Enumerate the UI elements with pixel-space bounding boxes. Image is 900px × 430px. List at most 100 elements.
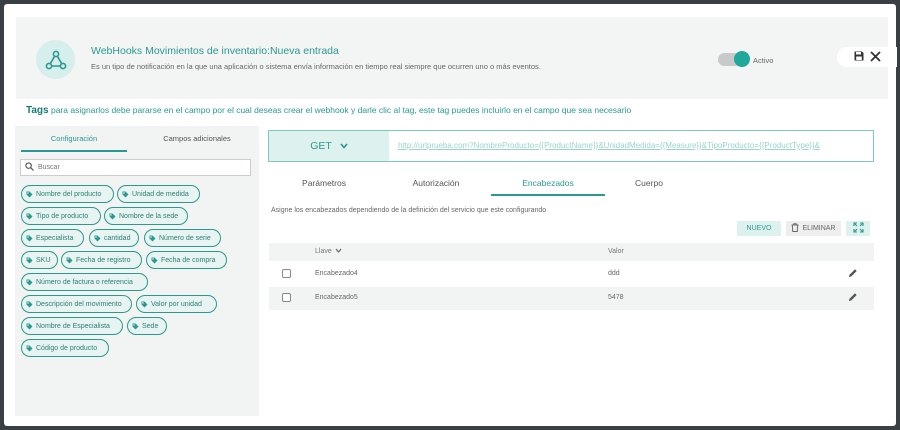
tag-label: Fecha de registro (76, 256, 131, 264)
tag-icon (26, 323, 33, 330)
tag-icon (94, 235, 101, 242)
tab-encabezados[interactable]: Encabezados (491, 178, 605, 196)
tab-cuerpo[interactable]: Cuerpo (614, 178, 684, 196)
tag-pill[interactable]: Valor por unidad (136, 295, 217, 313)
tag-pill[interactable]: Código de producto (21, 339, 109, 357)
active-toggle[interactable] (718, 51, 750, 67)
column-value-label: Valor (608, 248, 624, 255)
tag-label: Sede (142, 322, 159, 330)
tag-pill[interactable]: Tipo de producto (21, 207, 101, 225)
page-title: WebHooks Movimientos de inventario:Nueva… (91, 45, 339, 57)
row-value: ddd (608, 270, 620, 277)
tags-instructions-text: para asignarlos debe pararse en el campo… (48, 105, 632, 115)
tag-pill[interactable]: Nombre del producto (21, 185, 114, 203)
delete-header-button[interactable]: ELIMINAR (786, 221, 841, 236)
tag-pill[interactable]: Sede (127, 317, 167, 335)
tag-pill[interactable]: Nombre de la sede (104, 207, 188, 225)
tag-pill[interactable]: SKU (21, 251, 58, 269)
tag-label: Valor por unidad (151, 300, 202, 308)
tag-label: Nombre del producto (36, 190, 102, 198)
active-toggle-label: Activo (753, 56, 774, 65)
tags-label: Tags (26, 105, 49, 116)
column-key-label: Llave (315, 248, 332, 255)
search-input[interactable] (38, 164, 238, 171)
tags-panel: Configuración Campos adicionales Nombre … (15, 126, 259, 416)
pencil-icon[interactable] (848, 292, 858, 304)
tag-icon (26, 345, 33, 352)
tag-pill[interactable]: cantidad (89, 229, 139, 247)
tab-parametros[interactable]: Parámetros (282, 178, 366, 196)
tag-label: cantidad (104, 234, 131, 242)
header-actions (837, 47, 897, 67)
tag-pill[interactable]: Especialista (21, 229, 84, 247)
save-icon[interactable] (854, 51, 864, 63)
row-checkbox[interactable] (282, 293, 291, 302)
close-icon[interactable] (869, 50, 881, 64)
table-header: Llave Valor (269, 243, 874, 261)
row-value: 5478 (608, 294, 624, 301)
tag-label: Número de serie (159, 234, 211, 242)
tag-icon (141, 301, 148, 308)
tag-label: Especialista (36, 234, 74, 242)
method-select[interactable]: GET (269, 131, 389, 161)
tab-campos-adicionales[interactable]: Campos adicionales (141, 134, 253, 152)
tag-label: Número de factura o referencia (36, 278, 133, 286)
tags-instructions: Tags para asignarlos debe pararse en el … (26, 105, 631, 116)
row-key: Encabezado5 (315, 294, 358, 301)
page-description: Es un tipo de notificación en la que una… (91, 62, 541, 71)
tag-pill[interactable]: Fecha de compra (146, 251, 227, 269)
tag-label: SKU (36, 256, 51, 264)
new-header-button[interactable]: NUEVO (737, 221, 781, 236)
webhook-icon (36, 40, 75, 79)
tag-label: Nombre de Especialista (36, 322, 110, 330)
table-row: Encabezado5 5478 (269, 287, 874, 310)
row-key: Encabezado4 (315, 270, 358, 277)
trash-icon (791, 223, 799, 234)
tag-icon (149, 235, 156, 242)
tag-pill[interactable]: Número de serie (144, 229, 221, 247)
tag-icon (26, 235, 33, 242)
tag-icon (26, 301, 33, 308)
chevron-down-icon (335, 248, 342, 255)
tab-autorizacion[interactable]: Autorización (394, 178, 478, 196)
toggle-knob (734, 51, 750, 67)
tag-icon (66, 257, 73, 264)
tag-label: Código de producto (36, 344, 98, 352)
tag-icon (132, 323, 139, 330)
headers-hint: Asigne los encabezados dependiendo de la… (271, 207, 547, 214)
tag-icon (26, 213, 33, 220)
modal-header: WebHooks Movimientos de inventario:Nueva… (16, 17, 897, 99)
tag-label: Unidad de medida (132, 190, 189, 198)
row-checkbox[interactable] (282, 269, 291, 278)
tag-pill[interactable]: Unidad de medida (117, 185, 200, 203)
table-row: Encabezado4 ddd (269, 263, 874, 286)
tag-icon (26, 191, 33, 198)
tag-pill[interactable]: Nombre de Especialista (21, 317, 123, 335)
tag-search (20, 159, 251, 176)
tag-icon (26, 257, 33, 264)
tag-label: Tipo de producto (36, 212, 89, 220)
tag-pill[interactable]: Fecha de registro (61, 251, 142, 269)
tag-label: Fecha de compra (161, 256, 216, 264)
tag-icon (26, 279, 33, 286)
tag-pill[interactable]: Descripción del movimiento (21, 295, 132, 313)
column-key[interactable]: Llave (315, 248, 342, 255)
expand-icon (852, 222, 864, 235)
delete-label: ELIMINAR (802, 225, 836, 232)
chevron-down-icon (340, 140, 348, 152)
tag-pill[interactable]: Número de factura o referencia (21, 273, 148, 291)
tag-icon (122, 191, 129, 198)
modal-window: WebHooks Movimientos de inventario:Nueva… (4, 4, 897, 426)
tags-panel-tabs: Configuración Campos adicionales (21, 134, 253, 152)
expand-button[interactable] (846, 221, 870, 236)
request-bar: GET http://urlprueba.com?NombreProducto=… (268, 130, 874, 162)
tab-configuracion[interactable]: Configuración (21, 134, 127, 152)
tag-icon (109, 213, 116, 220)
url-input[interactable]: http://urlprueba.com?NombreProducto={{Pr… (398, 141, 870, 150)
tag-icon (151, 257, 158, 264)
tag-label: Nombre de la sede (119, 212, 179, 220)
method-label: GET (310, 140, 332, 152)
search-icon (25, 162, 34, 173)
tag-label: Descripción del movimiento (36, 300, 122, 308)
pencil-icon[interactable] (848, 268, 858, 280)
